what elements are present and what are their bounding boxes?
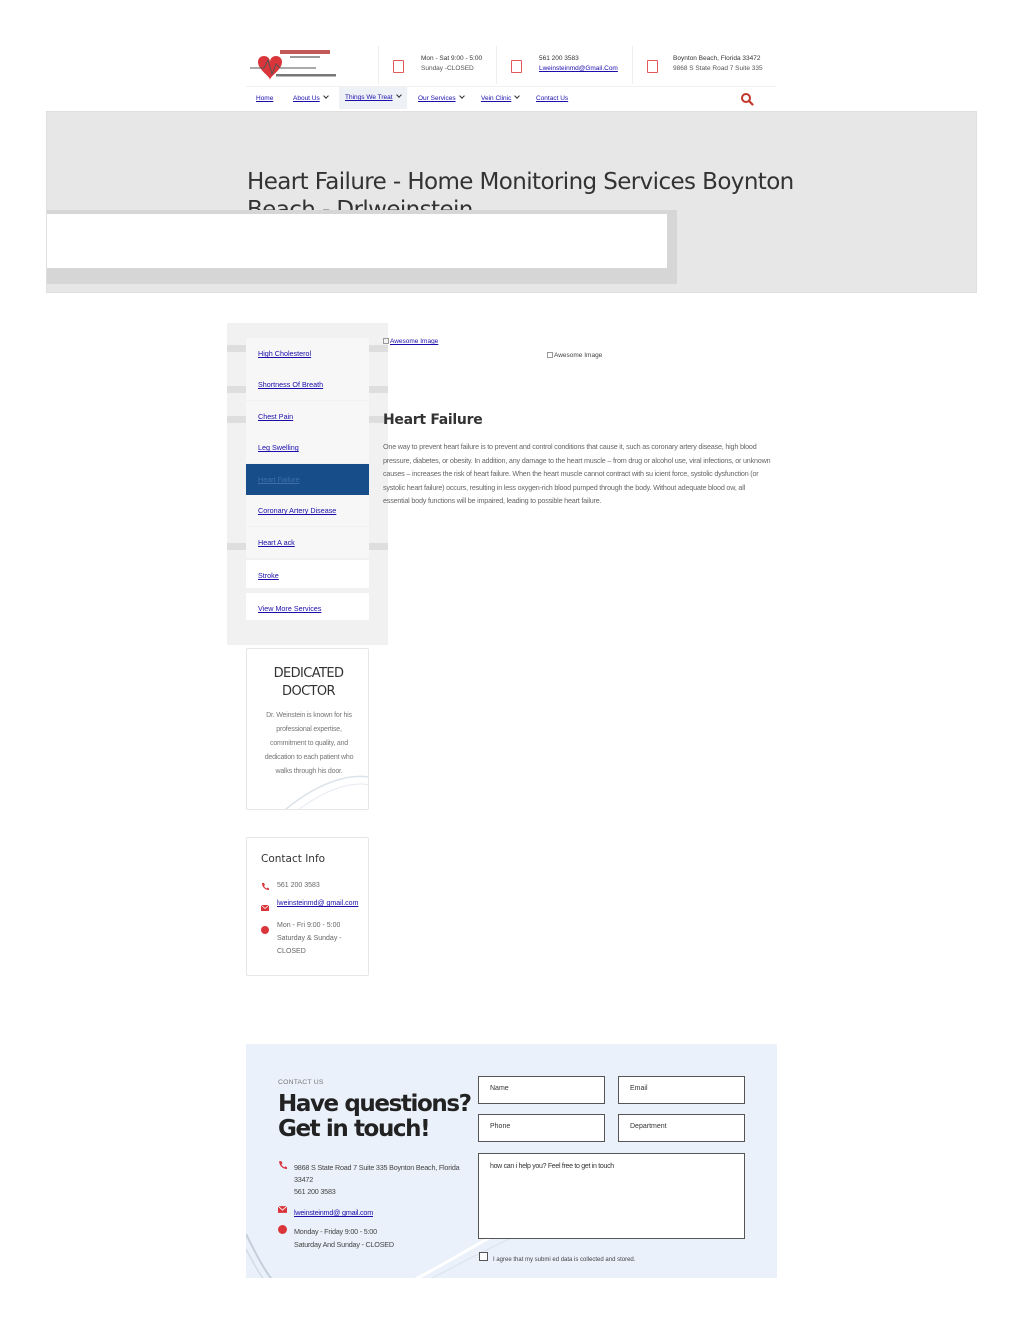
broken-image-icon (547, 352, 553, 358)
site-logo[interactable] (246, 48, 376, 82)
address-info: Boynton Beach, Florida 33472 9868 S Stat… (632, 46, 776, 84)
chevron-down-icon (322, 93, 329, 99)
chevron-down-icon (395, 92, 402, 98)
nav-our-services[interactable]: Our Services (418, 93, 465, 102)
phone-icon (511, 60, 522, 73)
clock-icon (393, 60, 404, 73)
email-field[interactable]: Email (618, 1076, 745, 1104)
content-body: One way to prevent heart failure is to p… (383, 442, 771, 506)
broken-image-icon (383, 338, 389, 344)
address-line-1: Boynton Beach, Florida 33472 (673, 55, 761, 62)
clock-icon (278, 1225, 287, 1234)
service-image: Awesome Image (547, 352, 602, 359)
sidebar-item-heart-failure[interactable]: Heart Failure (246, 464, 369, 495)
nav-contact-us[interactable]: Contact Us (536, 95, 568, 102)
message-textarea[interactable]: how can i help you? Feel free to get in … (478, 1153, 745, 1239)
hours-info: Mon - Sat 9:00 - 5:00 Sunday -CLOSED (378, 46, 494, 84)
mail-icon (261, 904, 269, 911)
dedicated-doctor-card: DEDICATED DOCTOR Dr. Weinstein is known … (246, 648, 369, 810)
heart-logo-icon (250, 50, 336, 80)
hero-overlay (47, 214, 667, 268)
contact-section: CONTACT US Have questions? Get in touch!… (246, 1044, 777, 1278)
department-select[interactable]: Department (618, 1114, 745, 1142)
clock-icon (261, 926, 269, 934)
sidebar-item-leg-swelling[interactable]: Leg Swelling (246, 432, 369, 463)
contact-info-phone: 561 200 3583 (277, 882, 320, 889)
chevron-down-icon (458, 93, 465, 99)
sidebar-item-high-cholesterol[interactable]: High Cholesterol (246, 338, 369, 369)
sidebar-item-view-more-services[interactable]: View More Services (246, 593, 369, 624)
decorative-swirl-icon (284, 775, 368, 809)
contact-label: CONTACT US (278, 1079, 324, 1086)
nav-things-we-treat[interactable]: Things We Treat (339, 87, 407, 109)
hours-line-2: Sunday -CLOSED (421, 65, 474, 72)
nav-about-us[interactable]: About Us (293, 93, 329, 102)
phone-icon (279, 1161, 287, 1169)
contact-phone: 561 200 3583 (294, 1187, 336, 1196)
search-icon[interactable] (740, 92, 754, 106)
agree-checkbox[interactable] (479, 1252, 488, 1261)
content-heading: Heart Failure (383, 412, 483, 428)
phone-icon (262, 883, 269, 890)
sidebar-item-coronary-artery-disease[interactable]: Coronary Artery Disease (246, 495, 369, 526)
mail-icon (278, 1205, 287, 1213)
nav-vein-clinic[interactable]: Vein Clinic (481, 93, 521, 102)
name-field[interactable]: Name (478, 1076, 605, 1104)
phone-info: 561 200 3583 Lweinsteinmd@Gmail.Com (496, 46, 630, 84)
contact-info-hours: Mon - Fri 9:00 - 5:00 Saturday & Sunday … (277, 922, 342, 955)
contact-email-link[interactable]: lweinsteinmd@ gmail.com (294, 1208, 373, 1217)
phone-field[interactable]: Phone (478, 1114, 605, 1142)
sidebar-item-stroke[interactable]: Stroke (246, 560, 369, 591)
phone-number: 561 200 3583 (539, 55, 579, 62)
contact-heading: Have questions? Get in touch! (278, 1091, 472, 1142)
page-title: Heart Failure - Home Monitoring Services… (247, 169, 794, 213)
sidebar-item-heart-attack[interactable]: Heart A ack (246, 527, 369, 558)
sidebar-item-chest-pain[interactable]: Chest Pain (246, 401, 369, 432)
contact-info-card: Contact Info 561 200 3583 lweinsteinmd@ … (246, 837, 369, 976)
sidebar-item-shortness-of-breath[interactable]: Shortness Of Breath (246, 369, 369, 400)
agree-label: I agree that my submi ed data is collect… (493, 1257, 636, 1263)
contact-info-email[interactable]: lweinsteinmd@ gmail.com (277, 900, 358, 907)
doctor-card-title: DEDICATED DOCTOR (273, 666, 344, 699)
contact-address: 9868 S State Road 7 Suite 335 Boynton Be… (294, 1163, 460, 1184)
main-nav: Home About Us Things We Treat Our Servic… (246, 86, 776, 110)
hours-line-1: Mon - Sat 9:00 - 5:00 (421, 55, 483, 62)
page-hero: Heart Failure - Home Monitoring Services… (46, 111, 977, 293)
contact-hours-weekday: Monday - Friday 9:00 - 5:00 (294, 1227, 377, 1236)
chevron-down-icon (514, 93, 521, 99)
address-line-2: 9868 S State Road 7 Suite 335 (673, 65, 763, 72)
service-image-link[interactable]: Awesome Image (383, 338, 438, 345)
contact-hours-weekend: Saturday And Sunday - CLOSED (294, 1240, 394, 1249)
nav-home[interactable]: Home (256, 95, 273, 102)
services-sidebar: High Cholesterol Shortness Of Breath Che… (227, 323, 388, 645)
contact-info-title: Contact Info (261, 853, 326, 865)
header-email-link[interactable]: Lweinsteinmd@Gmail.Com (539, 65, 618, 72)
location-icon (647, 60, 658, 73)
